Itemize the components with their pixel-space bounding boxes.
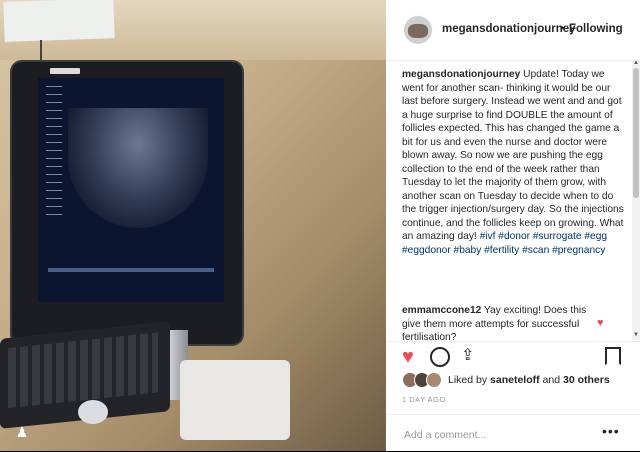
brand-logo: [50, 68, 80, 74]
caption-username[interactable]: megansdonationjourney: [402, 69, 520, 80]
liked-by-label: Liked by: [448, 374, 488, 386]
likes-summary: Liked by saneteloff and 30 others: [402, 372, 632, 388]
comment-username[interactable]: emmamccone12: [402, 305, 481, 316]
ultrasound-monitor: [12, 62, 242, 344]
avatar[interactable]: [402, 14, 434, 46]
post-date[interactable]: 1 DAY AGO: [402, 395, 446, 404]
cabinet: [180, 360, 290, 440]
add-comment-bar: •••: [386, 414, 640, 452]
scroll-up-arrow-icon[interactable]: ▲: [632, 60, 640, 66]
comments-list[interactable]: megansdonationjourney Update! Today we w…: [386, 62, 632, 340]
likes-others[interactable]: 30 others: [563, 374, 610, 386]
instagram-post-window: ♟ megansdonationjourney • Following mega…: [0, 0, 640, 451]
share-icon[interactable]: ⇪: [461, 345, 474, 365]
header-username[interactable]: megansdonationjourney: [442, 23, 576, 35]
liked-by-user[interactable]: saneteloff: [490, 374, 540, 386]
scan-text-lines: [46, 86, 62, 216]
scroll-thumb[interactable]: [633, 68, 639, 198]
keys: [8, 332, 158, 409]
more-options-icon[interactable]: •••: [602, 423, 620, 439]
caption: megansdonationjourney Update! Today we w…: [402, 68, 624, 257]
liker-avatars: [402, 372, 442, 388]
trackball: [78, 400, 108, 424]
action-bar: ♥ ⇪: [386, 341, 640, 372]
likes-and: and: [542, 374, 561, 386]
comment-item: emmamccone12 Yay exciting! Does this giv…: [402, 304, 598, 340]
heart-icon[interactable]: ♥: [402, 346, 414, 369]
scroll-down-arrow-icon[interactable]: ▼: [632, 332, 640, 338]
following-button[interactable]: Following: [569, 23, 623, 35]
comment-heart-icon[interactable]: ♥: [597, 317, 604, 329]
comments-scrollbar[interactable]: ▲ ▼: [632, 60, 640, 340]
add-comment-input[interactable]: [402, 426, 596, 444]
post-header: megansdonationjourney • Following: [386, 0, 640, 61]
ultrasound-screen: [38, 78, 224, 302]
user-icon: ♟: [15, 423, 29, 440]
caption-text: Update! Today we went for another scan- …: [402, 69, 624, 242]
comment-icon[interactable]: [430, 347, 450, 367]
scan-scale-bar: [48, 268, 214, 272]
ultrasound-scan-image: [68, 108, 208, 228]
bookmark-icon[interactable]: [605, 347, 621, 365]
paper-note: [3, 0, 115, 42]
separator-dot: •: [560, 23, 565, 35]
post-photo[interactable]: ♟: [0, 0, 386, 451]
liker-avatar[interactable]: [426, 372, 442, 388]
tagged-users-button[interactable]: ♟: [10, 421, 34, 443]
post-side-panel: megansdonationjourney • Following megans…: [386, 0, 640, 451]
